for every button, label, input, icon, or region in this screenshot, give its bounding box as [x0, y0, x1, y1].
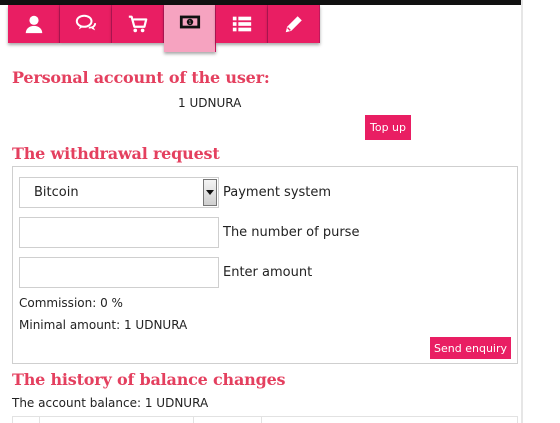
history-heading: The history of balance changes	[12, 370, 286, 389]
account-heading: Personal account of the user:	[12, 68, 270, 87]
dropdown-arrow-icon[interactable]	[203, 179, 217, 206]
pencil-icon	[285, 16, 302, 33]
cart-icon	[128, 15, 147, 33]
right-divider	[521, 0, 523, 423]
purse-row: The number of purse	[19, 217, 489, 248]
amount-field-box	[19, 257, 219, 288]
purse-number-input[interactable]	[20, 218, 218, 247]
tab-edit[interactable]	[268, 5, 320, 43]
purse-field-box	[19, 217, 219, 248]
send-enquiry-button[interactable]: Send enquiry	[430, 337, 511, 359]
account-tabs: 1	[8, 5, 320, 52]
amount-row: Enter amount	[19, 257, 489, 288]
amount-label: Enter amount	[223, 265, 313, 280]
payment-system-row: Bitcoin Payment system	[19, 177, 489, 208]
payment-system-label: Payment system	[223, 185, 332, 200]
tab-list[interactable]	[216, 5, 268, 43]
user-icon	[25, 15, 42, 34]
money-bill-icon: 1	[179, 15, 200, 29]
commission-text: Commission: 0 %	[19, 296, 123, 310]
tab-profile[interactable]	[8, 5, 60, 43]
chat-bubbles-icon	[75, 14, 96, 31]
withdrawal-heading: The withdrawal request	[12, 144, 220, 163]
history-table	[12, 416, 518, 423]
payment-system-select[interactable]: Bitcoin	[19, 177, 219, 208]
withdrawal-form: Bitcoin Payment system The number of pur…	[12, 166, 518, 364]
purse-label: The number of purse	[223, 225, 360, 240]
top-up-button[interactable]: Top up	[365, 115, 412, 140]
history-balance-text: The account balance: 1 UDNURA	[12, 396, 209, 410]
tab-messages[interactable]	[60, 5, 112, 43]
account-balance-value: 1 UDNURA	[178, 96, 242, 110]
tab-cart[interactable]	[112, 5, 164, 43]
minimal-amount-text: Minimal amount: 1 UDNURA	[19, 318, 188, 332]
payment-system-value: Bitcoin	[34, 185, 79, 200]
tab-finance[interactable]: 1	[164, 5, 216, 52]
amount-input[interactable]	[20, 258, 218, 287]
svg-text:1: 1	[188, 20, 191, 26]
list-icon	[232, 16, 251, 32]
